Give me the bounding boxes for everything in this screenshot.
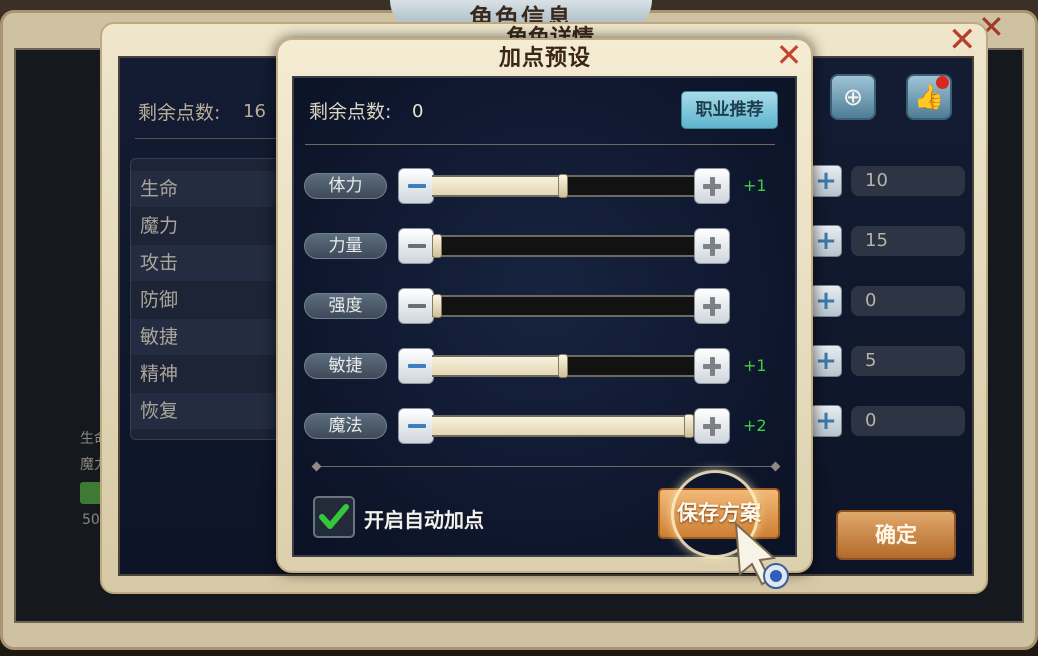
checkmark-icon xyxy=(319,504,349,529)
agility-slider[interactable] xyxy=(432,354,694,378)
agility-plus-button[interactable] xyxy=(694,348,730,384)
strength-slider[interactable] xyxy=(432,234,694,258)
detail-remaining-value: 16 xyxy=(243,101,266,122)
green-status-icon xyxy=(80,482,102,504)
stamina-slider[interactable] xyxy=(432,174,694,198)
target-icon[interactable]: ⊕ xyxy=(830,74,876,120)
minus-icon xyxy=(408,424,426,428)
magic-minus-button[interactable] xyxy=(398,408,434,444)
toughness-slider-handle[interactable] xyxy=(432,294,442,318)
dialog-title: 加点预设 xyxy=(498,46,591,71)
detail-value-5: 0 xyxy=(851,406,965,436)
toughness-minus-button[interactable] xyxy=(398,288,434,324)
detail-close-icon[interactable]: ✕ xyxy=(948,20,977,60)
attr-label-strength: 力量 xyxy=(304,233,387,259)
stamina-plus-button[interactable] xyxy=(694,168,730,204)
auto-allocate-checkbox[interactable] xyxy=(313,496,355,538)
mini-level-value: 50 xyxy=(82,512,100,528)
career-recommend-button[interactable]: 职业推荐 xyxy=(681,91,778,129)
toughness-slider[interactable] xyxy=(432,294,694,318)
magic-slider-fill xyxy=(432,417,689,435)
close-icon[interactable]: ✕ xyxy=(774,39,804,71)
stamina-slider-fill xyxy=(432,177,563,195)
attr-label-magic: 魔法 xyxy=(304,413,387,439)
stat-row-defense: 防御 xyxy=(140,289,179,311)
agility-slider-handle[interactable] xyxy=(558,354,568,378)
notification-dot xyxy=(936,76,949,89)
agility-delta: +1 xyxy=(743,356,767,375)
remaining-points-value: 0 xyxy=(412,101,424,122)
minus-icon xyxy=(408,184,426,188)
magic-slider[interactable] xyxy=(432,414,694,438)
detail-remaining-label: 剩余点数: xyxy=(138,102,221,124)
stamina-delta: +1 xyxy=(743,176,767,195)
magic-plus-button[interactable] xyxy=(694,408,730,444)
agility-minus-button[interactable] xyxy=(398,348,434,384)
minus-icon xyxy=(408,244,426,248)
detail-value-3: 0 xyxy=(851,286,965,316)
strength-minus-button[interactable] xyxy=(398,228,434,264)
strength-slider-handle[interactable] xyxy=(432,234,442,258)
stat-row-attack: 攻击 xyxy=(131,245,289,281)
attr-label-toughness: 强度 xyxy=(304,293,387,319)
toughness-plus-button[interactable] xyxy=(694,288,730,324)
detail-plus-button-1[interactable]: + xyxy=(810,165,842,197)
remaining-points-label: 剩余点数: xyxy=(309,101,392,123)
stat-row-recovery: 恢复 xyxy=(131,393,289,429)
minus-icon xyxy=(408,304,426,308)
auto-allocate-label: 开启自动加点 xyxy=(364,508,484,532)
agility-slider-fill xyxy=(432,357,563,375)
stat-row-agility: 敏捷 xyxy=(131,319,289,355)
stat-row-spirit: 精神 xyxy=(140,363,179,385)
stamina-minus-button[interactable] xyxy=(398,168,434,204)
detail-plus-button-5[interactable]: + xyxy=(810,405,842,437)
stat-row-life: 生命 xyxy=(131,171,289,207)
detail-value-4: 5 xyxy=(851,346,965,376)
bottom-divider xyxy=(316,466,780,467)
strength-plus-button[interactable] xyxy=(694,228,730,264)
tutorial-pointer-icon xyxy=(734,521,789,589)
detail-plus-button-3[interactable]: + xyxy=(810,285,842,317)
stat-row-mana: 魔力 xyxy=(140,215,179,237)
attr-label-stamina: 体力 xyxy=(304,173,387,199)
detail-plus-button-4[interactable]: + xyxy=(810,345,842,377)
stat-list: 生命 魔力 攻击 防御 敏捷 精神 恢复 xyxy=(130,158,290,440)
detail-value-1: 10 xyxy=(851,166,965,196)
magic-delta: +2 xyxy=(743,416,767,435)
confirm-button[interactable]: 确定 xyxy=(836,510,956,560)
attr-label-agility: 敏捷 xyxy=(304,353,387,379)
minus-icon xyxy=(408,364,426,368)
top-divider xyxy=(305,144,775,145)
detail-plus-button-2[interactable]: + xyxy=(810,225,842,257)
detail-value-2: 15 xyxy=(851,226,965,256)
magic-slider-handle[interactable] xyxy=(684,414,694,438)
stamina-slider-handle[interactable] xyxy=(558,174,568,198)
